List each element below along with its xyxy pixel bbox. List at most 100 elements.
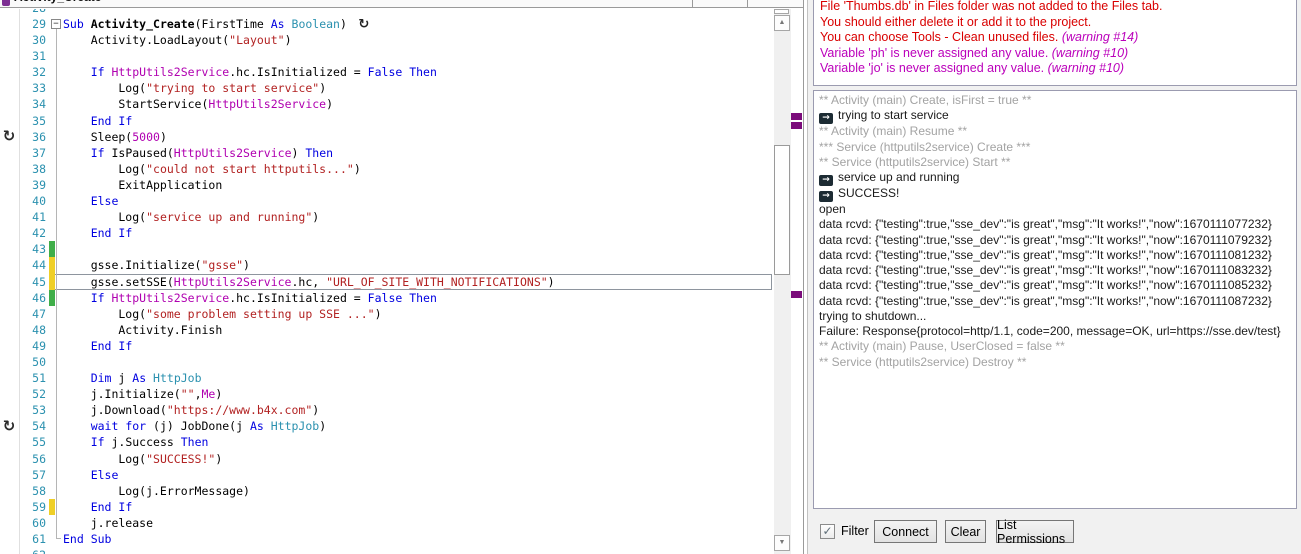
line-number: 47 [32,306,46,321]
sub-selector[interactable]: Activity_Create [14,0,101,6]
code-line[interactable]: 49 End If [0,338,774,354]
code-line[interactable]: 50 [0,354,774,370]
log-line: *** Service (httputils2service) Create *… [819,139,1031,154]
code-line[interactable]: 53 j.Download("https://www.b4x.com") [0,402,774,418]
line-number: 46 [32,290,46,305]
code-text: j.release [63,515,154,530]
code-text: Dim j As HttpJob [90,371,202,386]
code-line[interactable]: 47 Log("some problem setting up SSE ..."… [0,306,774,322]
code-text: Log("trying to start service") [63,81,327,96]
code-line[interactable]: 43 [0,241,774,258]
code-line[interactable]: 31 [0,48,774,64]
code-line[interactable]: 34 StartService(HttpUtils2Service) [0,96,774,112]
editor-header: Activity_Create 100% [0,0,808,8]
line-number: 45 [32,274,46,289]
scroll-up-icon[interactable]: ▲ [774,15,790,31]
log-arrow-icon: → [819,175,833,186]
line-number: 31 [32,49,46,64]
line-number: 37 [32,145,46,160]
code-text: Else [90,467,119,482]
fold-toggle-icon[interactable]: − [51,19,61,29]
code-line[interactable]: 28 [0,9,774,16]
code-line[interactable]: 52 j.Initialize("",Me) [0,386,774,402]
warning-line: File 'Thumbs.db' in Files folder was not… [820,0,1163,13]
log-line: → SUCCESS! [819,186,1291,202]
log-line: ** Service (httputils2service) Destroy *… [819,354,1027,369]
line-number: 57 [32,467,46,482]
zoom-indicator[interactable]: 100% [692,0,748,7]
code-line[interactable]: 37 If IsPaused(HttpUtils2Service) Then [0,145,774,161]
code-line[interactable]: 41 Log("service up and running") [0,209,774,225]
code-line[interactable]: 36 Sleep(5000) [0,129,774,145]
log-toolbar: ✓ Filter Connect Clear List Permissions [808,509,1301,554]
line-number: 39 [32,177,46,192]
code-line[interactable]: 57 Else [0,467,774,483]
sub-module-icon [2,0,10,6]
code-line[interactable]: 44 gsse.Initialize("gsse") [0,257,774,274]
log-arrow-icon: → [819,113,833,125]
code-text: If HttpUtils2Service.hc.IsInitialized = … [90,65,437,80]
clear-button[interactable]: Clear [945,520,986,543]
code-area[interactable]: 2829−Sub Activity_Create(FirstTime As Bo… [0,9,774,554]
line-number: 29 [32,17,46,31]
code-line[interactable]: 62 [0,547,774,554]
list-permissions-button[interactable]: List Permissions [996,518,1074,546]
code-line[interactable]: 30 Activity.LoadLayout("Layout") [0,32,774,48]
code-line[interactable]: 38 Log("could not start httputils...") [0,161,774,177]
code-text: Log("service up and running") [63,210,320,225]
code-line[interactable]: 32 If HttpUtils2Service.hc.IsInitialized… [0,64,774,80]
line-number: 60 [32,515,46,530]
line-number: 32 [32,65,46,80]
line-number: 48 [32,322,46,337]
line-number: 30 [32,33,46,48]
log-line: ** Activity (main) Resume ** [819,124,968,139]
filter-control: ✓ Filter [820,522,869,540]
log-line: data rcvd: {"testing":true,"sse_dev":"is… [819,263,1272,277]
code-text: End If [90,226,133,241]
change-marker [49,289,55,306]
code-line[interactable]: 35 End If [0,113,774,129]
connect-button[interactable]: Connect [874,520,937,543]
code-line[interactable]: 55 If j.Success Then [0,434,774,450]
editor-vertical-scrollbar[interactable]: ▲ ▼ [774,9,791,554]
resumable-sub-margin-icon: ↻ [2,126,16,145]
code-text: j.Download("https://www.b4x.com") [63,403,320,418]
code-line[interactable]: 48 Activity.Finish [0,322,774,338]
code-line[interactable]: 54 wait for (j) JobDone(j As HttpJob) [0,418,774,434]
code-lines: 2829−Sub Activity_Create(FirstTime As Bo… [0,9,774,554]
line-number: 55 [32,435,46,450]
code-line[interactable]: 60 j.release [0,515,774,531]
code-line[interactable]: 51 Dim j As HttpJob [0,370,774,386]
code-line[interactable]: 33 Log("trying to start service") [0,80,774,96]
log-line: open [819,202,846,216]
zoom-level-value: 100% [693,0,747,2]
code-text: Sub Activity_Create(FirstTime As Boolean… [63,17,370,32]
log-output-panel[interactable]: ** Activity (main) Create, isFirst = tru… [813,90,1297,509]
change-marker [49,241,55,258]
code-line[interactable]: 46 If HttpUtils2Service.hc.IsInitialized… [0,289,774,306]
line-number: 42 [32,226,46,241]
code-text: Log("could not start httputils...") [63,161,361,176]
code-line[interactable]: 42 End If [0,225,774,241]
code-line[interactable]: 40 Else [0,193,774,209]
scroll-down-icon[interactable]: ▼ [774,535,790,551]
line-number: 53 [32,403,46,418]
code-text: Activity.Finish [63,322,223,337]
log-line: data rcvd: {"testing":true,"sse_dev":"is… [819,247,1272,262]
code-line[interactable]: 45 gsse.setSSE(HttpUtils2Service.hc, "UR… [0,273,774,290]
fold-guide-line [56,29,61,539]
log-line: data rcvd: {"testing":true,"sse_dev":"is… [819,232,1272,247]
warnings-panel[interactable]: File 'Thumbs.db' in Files folder was not… [813,0,1297,86]
code-line[interactable]: 56 Log("SUCCESS!") [0,451,774,467]
code-line[interactable]: 39 ExitApplication [0,177,774,193]
scrollbar-thumb[interactable] [774,145,790,275]
code-line[interactable]: 29− Sub Activity_Create(FirstTime As Bool… [0,16,774,32]
log-line: ** Activity (main) Create, isFirst = tru… [819,93,1032,107]
line-number: 38 [32,161,46,176]
code-line[interactable]: 59 End If [0,498,774,515]
panel-splitter-line [803,0,804,554]
filter-checkbox[interactable]: ✓ [820,523,835,539]
filter-label: Filter [841,524,869,538]
code-line[interactable]: 61 End Sub [0,531,774,547]
code-line[interactable]: 58 Log(j.ErrorMessage) [0,483,774,499]
